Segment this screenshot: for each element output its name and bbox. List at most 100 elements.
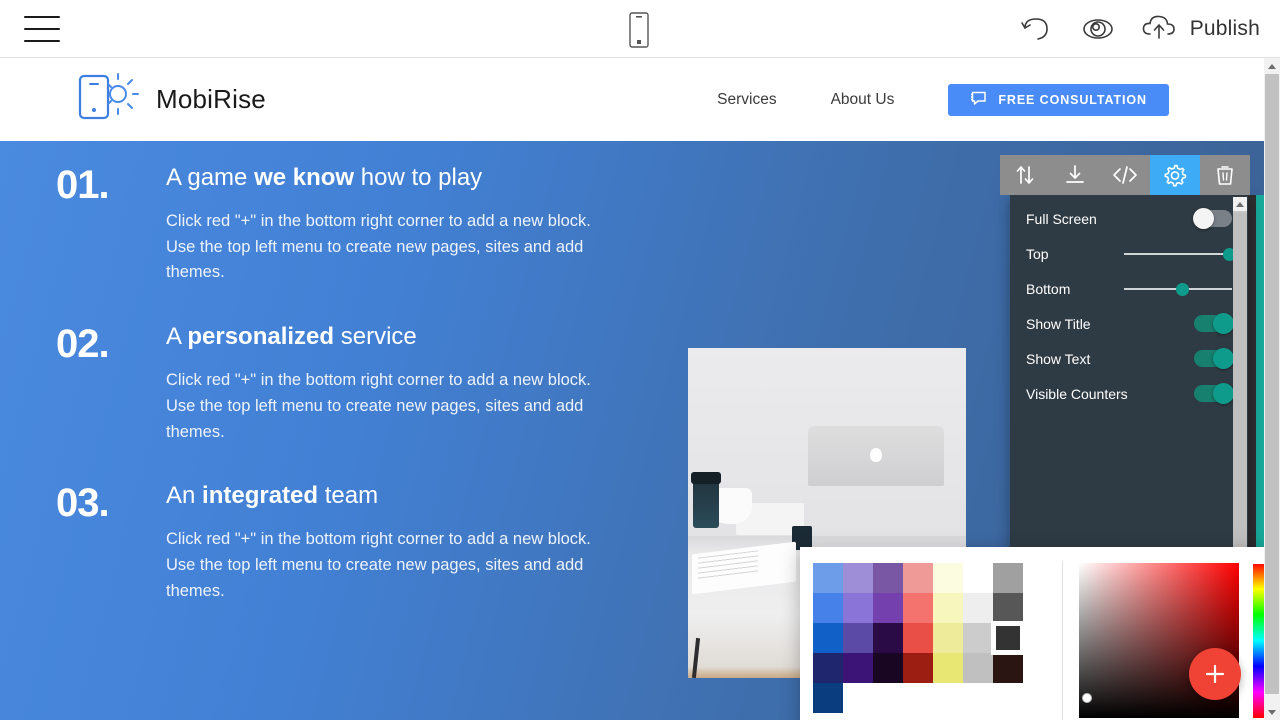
feature-title-post: team	[318, 482, 379, 510]
feature-title: An integrated team	[166, 481, 606, 511]
site-nav: Services About Us FREE CONSULTATION	[717, 83, 1169, 116]
free-consultation-label: FREE CONSULTATION	[998, 92, 1147, 107]
show-title-toggle[interactable]	[1194, 313, 1234, 334]
scroll-up-arrow-icon[interactable]	[1233, 197, 1247, 211]
color-swatch[interactable]	[873, 593, 903, 623]
app-toolbar: Publish	[0, 0, 1280, 58]
feature-title-pre: A	[166, 323, 188, 351]
download-block-icon[interactable]	[1050, 155, 1100, 195]
feature-title: A personalized service	[166, 322, 606, 352]
color-swatch[interactable]	[813, 563, 843, 593]
block-toolbar	[1000, 155, 1250, 195]
color-swatch[interactable]	[933, 593, 963, 623]
publish-button[interactable]: Publish	[1140, 12, 1260, 47]
eye-preview-icon[interactable]	[1078, 9, 1118, 49]
edit-code-icon[interactable]	[1100, 155, 1150, 195]
color-swatch[interactable]	[813, 623, 843, 653]
color-picker-swatches-pane: Less <	[800, 547, 1062, 720]
page-scroll-up-arrow-icon[interactable]	[1264, 58, 1280, 74]
color-swatch[interactable]	[993, 563, 1023, 593]
move-block-icon[interactable]	[1000, 155, 1050, 195]
undo-icon[interactable]	[1016, 9, 1056, 49]
page-scrollbar[interactable]	[1264, 58, 1280, 720]
setting-label: Bottom	[1026, 280, 1071, 297]
color-swatch[interactable]	[843, 653, 873, 683]
color-swatch[interactable]	[903, 623, 933, 653]
color-swatch[interactable]	[933, 563, 963, 593]
feature-item: 03. An integrated team Click red "+" in …	[56, 481, 656, 604]
hamburger-menu-icon[interactable]	[24, 16, 60, 42]
color-swatch[interactable]	[963, 653, 993, 683]
settings-scroll-thumb[interactable]	[1233, 213, 1247, 593]
color-swatch[interactable]	[813, 593, 843, 623]
color-swatch[interactable]	[873, 623, 903, 653]
feature-number: 03.	[56, 481, 110, 526]
color-swatch[interactable]	[963, 563, 993, 593]
feature-title-bold: integrated	[202, 482, 319, 510]
feature-text: Click red "+" in the bottom right corner…	[166, 530, 591, 600]
settings-panel-scrollbar[interactable]	[1233, 197, 1247, 597]
setting-label: Full Screen	[1026, 210, 1097, 227]
site-header: MobiRise Services About Us FREE CONSULTA…	[0, 58, 1264, 141]
feature-text: Click red "+" in the bottom right corner…	[166, 212, 591, 282]
delete-block-icon[interactable]	[1200, 155, 1250, 195]
color-picker-popup: Less < #333333	[800, 547, 1264, 720]
feature-title-post: how to play	[354, 164, 483, 191]
saturation-marker[interactable]	[1082, 693, 1092, 703]
color-swatch[interactable]	[873, 653, 903, 683]
setting-label: Show Text	[1026, 350, 1091, 367]
color-swatch[interactable]	[813, 683, 843, 713]
nav-item-services[interactable]: Services	[717, 91, 776, 109]
add-block-fab[interactable]	[1189, 648, 1241, 700]
nav-item-about-us[interactable]: About Us	[831, 91, 895, 109]
setting-row-visible-counters: Visible Counters	[1010, 376, 1248, 411]
visible-counters-toggle[interactable]	[1194, 383, 1234, 404]
color-swatch[interactable]	[813, 653, 843, 683]
color-swatch[interactable]	[993, 593, 1023, 623]
site-canvas: MobiRise Services About Us FREE CONSULTA…	[0, 58, 1264, 720]
feature-title-bold: personalized	[187, 323, 335, 351]
feature-number: 01.	[56, 163, 110, 207]
color-swatch[interactable]	[963, 593, 993, 623]
setting-row-show-text: Show Text	[1010, 341, 1248, 376]
hamburger-line	[24, 28, 60, 30]
color-swatch[interactable]	[933, 653, 963, 683]
page-scroll-down-arrow-icon[interactable]	[1264, 704, 1280, 720]
color-swatch[interactable]	[843, 593, 873, 623]
full-screen-toggle[interactable]	[1193, 208, 1232, 229]
show-text-toggle[interactable]	[1194, 348, 1234, 369]
block-settings-gear-icon[interactable]	[1150, 155, 1200, 195]
setting-label: Visible Counters	[1026, 385, 1128, 402]
color-swatch[interactable]	[993, 623, 1023, 653]
hamburger-line	[24, 16, 60, 18]
feature-number: 02.	[56, 322, 110, 367]
color-swatch[interactable]	[843, 563, 873, 593]
color-swatch[interactable]	[873, 563, 903, 593]
feature-item: 01. A game we know how to play Click red…	[56, 163, 656, 286]
color-swatch[interactable]	[843, 623, 873, 653]
color-swatch[interactable]	[963, 623, 993, 653]
color-picker-custom-pane: #333333	[1063, 547, 1264, 720]
hue-slider[interactable]	[1253, 563, 1264, 718]
cloud-upload-icon	[1140, 12, 1180, 47]
site-brand[interactable]: MobiRise	[78, 72, 266, 127]
setting-label: Show Title	[1026, 315, 1091, 332]
brand-name: MobiRise	[156, 84, 266, 114]
app-root: Publish MobiRise Services About Us FREE …	[0, 0, 1280, 720]
bottom-padding-slider[interactable]	[1124, 280, 1232, 298]
mobile-preview-icon[interactable]	[627, 12, 651, 48]
free-consultation-button[interactable]: FREE CONSULTATION	[948, 83, 1169, 116]
add-plus-icon	[1205, 664, 1225, 684]
color-swatch[interactable]	[933, 623, 963, 653]
color-swatch[interactable]	[903, 593, 933, 623]
color-swatch[interactable]	[993, 653, 1023, 683]
color-swatch[interactable]	[903, 563, 933, 593]
setting-row-top: Top	[1010, 236, 1248, 271]
color-swatch[interactable]	[903, 653, 933, 683]
app-toolbar-right: Publish	[1016, 0, 1260, 58]
feature-list: 01. A game we know how to play Click red…	[56, 163, 656, 641]
top-padding-slider[interactable]	[1124, 245, 1236, 263]
color-swatch-grid	[813, 563, 1062, 713]
page-scroll-thumb[interactable]	[1265, 74, 1279, 694]
setting-label: Top	[1026, 245, 1049, 262]
